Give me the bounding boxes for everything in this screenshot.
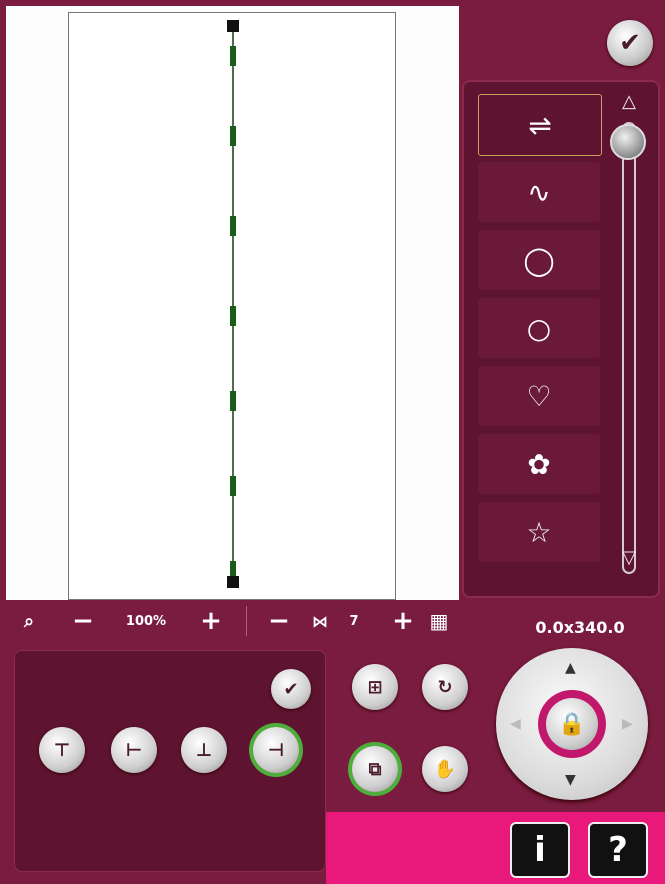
stitch-segment	[230, 391, 236, 411]
zoom-in-button[interactable]: +	[196, 600, 226, 642]
shape-option-heart[interactable]: ♡	[478, 366, 600, 426]
scrollbar-track[interactable]	[622, 122, 636, 574]
stitch-segment	[230, 126, 236, 146]
stitch-segment	[230, 46, 236, 66]
toolbar-divider	[246, 606, 247, 636]
check-icon: ✔	[619, 28, 641, 58]
density-value: 7	[349, 613, 359, 629]
calculator-icon[interactable]: ▦	[424, 600, 454, 642]
align-bottom-icon: ⊥	[195, 739, 213, 761]
density-increase-button[interactable]: +	[388, 600, 418, 642]
shape-list-panel: ⇌ ∿ ◯ ○ ♡ ✿ ☆ △ ▽	[462, 80, 660, 598]
help-button[interactable]: ?	[588, 822, 648, 878]
panel-confirm-button[interactable]: ✔	[271, 669, 311, 709]
zoom-options-icon[interactable]: ⌕	[12, 600, 46, 642]
move-to-center-button[interactable]: ⊞	[352, 664, 398, 710]
lock-button[interactable]: 🔒	[546, 698, 598, 750]
align-top-button[interactable]: ⊤	[39, 727, 85, 773]
info-button[interactable]: i	[510, 822, 570, 878]
heart-icon: ♡	[526, 379, 552, 413]
stitch-segment	[230, 216, 236, 236]
position-readout: 0.0x340.0	[535, 618, 625, 637]
zoom-level: 100%	[125, 613, 167, 629]
pan-button[interactable]: ✋	[422, 746, 468, 792]
align-bottom-button[interactable]: ⊥	[181, 727, 227, 773]
hand-icon: ✋	[433, 758, 457, 780]
align-left-button[interactable]: ⊣	[253, 727, 299, 773]
stitch-line[interactable]	[6, 6, 459, 600]
resize-button[interactable]: ⧉	[352, 746, 398, 792]
rotate-button[interactable]: ↻	[422, 664, 468, 710]
lock-icon: 🔒	[558, 711, 586, 737]
circle-small-icon: ○	[526, 311, 552, 345]
arrow-down-icon[interactable]: ▼	[565, 772, 576, 788]
arrow-left-icon[interactable]: ◀	[510, 716, 521, 732]
align-right-button[interactable]: ⊢	[111, 727, 157, 773]
confirm-button[interactable]: ✔	[607, 20, 653, 66]
zoom-out-button[interactable]: −	[68, 600, 98, 642]
arrow-right-icon[interactable]: ▶	[622, 716, 633, 732]
shape-option-wave[interactable]: ∿	[478, 162, 600, 222]
density-decrease-button[interactable]: −	[264, 600, 294, 642]
shape-option-star[interactable]: ☆	[478, 502, 600, 562]
scroll-down-arrow-icon[interactable]: ▽	[614, 548, 644, 568]
star-icon: ☆	[526, 515, 552, 549]
start-point-marker	[227, 20, 239, 32]
flower-icon: ✿	[527, 447, 551, 481]
end-point-marker	[227, 576, 239, 588]
shape-option-circle-small[interactable]: ○	[478, 298, 600, 358]
shape-option-circle-large[interactable]: ◯	[478, 230, 600, 290]
straight-line-icon: ⇌	[528, 108, 552, 142]
zoom-toolbar: ⌕ − 100% + − ⋈ 7 + ▦	[6, 600, 459, 642]
align-right-icon: ⊢	[125, 739, 143, 761]
arrow-up-icon[interactable]: ▲	[565, 660, 576, 676]
shape-option-straight-line[interactable]: ⇌	[478, 94, 602, 156]
stitch-segment	[230, 306, 236, 326]
shape-option-flower[interactable]: ✿	[478, 434, 600, 494]
app-window: ✔ ⇌ ∿ ◯ ○ ♡ ✿ ☆ △ ▽ ⌕ − 100% + − ⋈ 7 + ▦ 0.0x3…	[0, 0, 665, 884]
rotate-icon: ↻	[437, 676, 453, 698]
move-center-icon: ⊞	[367, 676, 383, 698]
scrollbar-thumb[interactable]	[610, 124, 646, 160]
design-canvas[interactable]	[6, 6, 459, 600]
align-top-icon: ⊤	[53, 739, 71, 761]
stitch-segment	[230, 476, 236, 496]
butterfly-icon: ⋈	[312, 611, 328, 631]
resize-icon: ⧉	[368, 758, 382, 780]
check-icon: ✔	[283, 678, 299, 700]
wave-icon: ∿	[527, 175, 551, 209]
circle-large-icon: ◯	[523, 243, 555, 277]
alignment-panel: ✔ ⊤ ⊢ ⊥ ⊣	[14, 650, 326, 872]
scroll-up-arrow-icon[interactable]: △	[614, 92, 644, 112]
align-left-icon: ⊣	[267, 739, 285, 761]
